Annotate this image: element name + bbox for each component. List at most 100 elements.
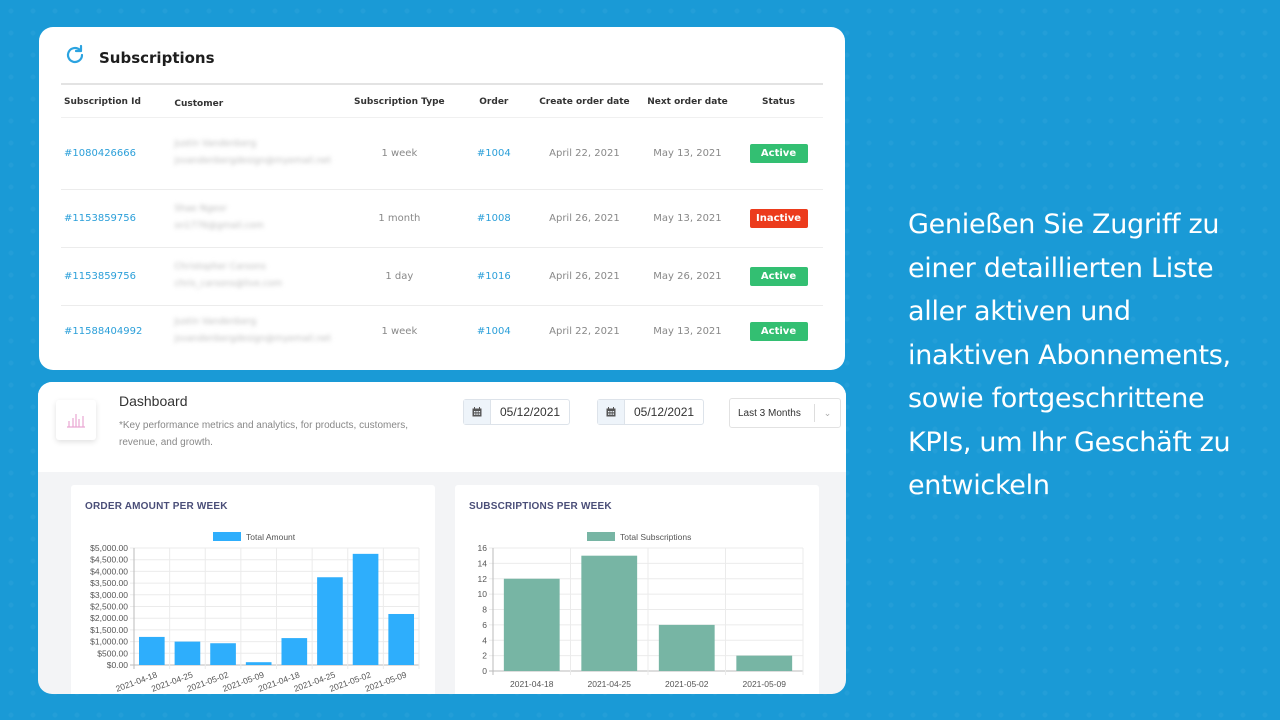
bar [281,638,308,665]
bar [174,641,201,665]
table-header-row: Subscription Id Customer Subscription Ty… [61,87,823,118]
y-tick-label: $2,500.00 [90,602,128,612]
bar [210,643,236,665]
header-divider [61,83,823,85]
x-tick-label: 2021-05-02 [665,679,709,689]
calendar-icon[interactable] [464,400,491,424]
order-amount-chart: Total Amount $0.00 $500.00$1,000.00 $1,500.… [90,532,420,694]
order-link[interactable]: #1008 [477,213,511,224]
status-badge: Active [749,143,808,163]
column-header[interactable]: Customer [170,87,340,118]
customer-cell: Justin Vandenberg jsvandenbergdesign@myem… [170,117,340,190]
subscription-id-link[interactable]: #1153859756 [64,271,136,282]
date-to-input[interactable]: 05/12/2021 [625,400,703,424]
table-row[interactable]: #1153859756 Christopher Carsons chris_car… [61,247,823,306]
next-date: May 13, 2021 [640,117,735,190]
legend-swatch [213,532,241,541]
order-link[interactable]: #1004 [477,148,511,159]
legend-label: Total Amount [246,532,296,542]
column-header[interactable]: Next order date [640,87,735,118]
y-tick-label: 12 [478,574,488,584]
status-badge: Active [749,266,808,286]
subscriptions-table: Subscription Id Customer Subscription Ty… [61,87,823,357]
column-header[interactable]: Create order date [527,87,641,118]
subscriptions-chart-card: SUBSCRIPTIONS PER WEEK Total Subscriptio… [455,485,819,694]
table-row[interactable]: #1153859756 Shae Ngeor sn1776@gmail.com 1… [61,189,823,248]
y-tick-label: $1,000.00 [90,637,128,647]
bar [352,553,379,665]
customer-name: Justin Vandenberg [174,139,257,149]
bar [581,555,638,671]
range-select[interactable]: Last 3 Months ⌄ [729,398,841,428]
x-tick-label: 2021-04-18 [510,679,554,689]
next-date: May 26, 2021 [640,247,735,306]
create-date: April 22, 2021 [527,117,641,190]
customer-email: jsvandenbergdesign@myemail.net [174,156,331,166]
subscription-type: 1 month [339,189,460,248]
x-tick-label: 2021-05-09 [364,669,409,693]
customer-name: Justin Vandenberg [174,317,257,328]
order-link[interactable]: #1016 [477,271,511,282]
legend-label: Total Subscriptions [620,532,691,542]
range-select-value[interactable]: Last 3 Months [730,408,814,419]
column-header[interactable]: Subscription Id [61,87,171,118]
y-tick-label: $0.00 [107,660,129,670]
bar [317,577,343,665]
chevron-down-icon[interactable]: ⌄ [815,408,840,419]
customer-cell: Justin Vandenberg jsvandenbergdesign@myem… [170,305,339,357]
subscription-id-link[interactable]: #1080426666 [64,148,136,159]
y-tick-label: 10 [478,589,488,599]
status-badge: Inactive [749,208,808,228]
x-tick-label: 2021-05-09 [743,679,787,689]
chart-legend: Total Amount [213,532,296,542]
next-date: May 13, 2021 [653,325,722,337]
y-tick-label: 2 [482,651,487,661]
customer-cell: Christopher Carsons chris_carsons@live.co… [170,247,340,306]
chart-legend: Total Subscriptions [587,532,691,542]
column-header[interactable]: Status [734,87,823,118]
table-row[interactable]: #1080426666 Justin Vandenberg jsvandenber… [61,117,823,190]
y-tick-label: 6 [482,620,487,630]
order-amount-chart-card: ORDER AMOUNT PER WEEK Total Amount $0.00 $… [71,485,435,694]
bar-chart-icon [67,414,85,428]
dashboard-card: Dashboard *Key performance metrics and a… [38,382,846,694]
date-from-input[interactable]: 05/12/2021 [491,400,569,424]
subscriptions-header: Subscriptions [63,43,215,72]
subscriptions-chart: Total Subscriptions 0 2 4 6 8 10 12 14 16 2021-04-… [478,532,804,689]
date-to-picker[interactable]: 05/12/2021 [597,399,704,425]
subscription-id-link[interactable]: #1153859756 [64,213,136,224]
subscription-type: 1 week [381,325,418,337]
column-header[interactable]: Order [459,87,528,118]
date-from-picker[interactable]: 05/12/2021 [463,399,570,425]
calendar-icon[interactable] [598,400,625,424]
dashboard-logo [56,400,96,440]
customer-name: Christopher Carsons [174,262,266,272]
bar [736,655,793,671]
subscriptions-title: Subscriptions [99,48,215,67]
y-tick-label: $2,000.00 [90,613,128,623]
customer-email: jsvandenbergdesign@myemail.net [174,334,331,345]
y-tick-label: 16 [478,543,488,553]
y-tick-label: $4,000.00 [90,566,128,576]
dashboard-header: Dashboard *Key performance metrics and a… [38,382,846,472]
y-tick-label: $500.00 [97,648,128,658]
column-header[interactable]: Subscription Type [339,87,460,118]
subscription-type: 1 week [339,117,460,190]
promo-text: Genießen Sie Zugriff zu einer detaillier… [908,209,1231,501]
status-badge: Active [749,321,808,341]
y-tick-label: $3,500.00 [90,578,128,588]
bar [388,613,415,665]
order-link[interactable]: #1004 [477,326,511,337]
y-tick-label: 14 [478,558,488,568]
x-tick-label: 2021-04-25 [588,679,632,689]
y-tick-label: 4 [482,635,487,645]
subscription-type: 1 day [339,247,460,306]
subscription-id-link[interactable]: #11588404992 [64,326,142,337]
table-row[interactable]: #11588404992 Justin Vandenberg jsvandenbe… [61,305,823,357]
y-tick-label: $1,500.00 [90,625,128,635]
y-tick-label: $5,000.00 [90,543,128,553]
customer-name: Shae Ngeor [174,204,227,214]
create-date: April 22, 2021 [549,325,620,337]
y-tick-label: $4,500.00 [90,555,128,565]
subscriptions-card: Subscriptions Subscription Id Customer S… [39,27,845,370]
